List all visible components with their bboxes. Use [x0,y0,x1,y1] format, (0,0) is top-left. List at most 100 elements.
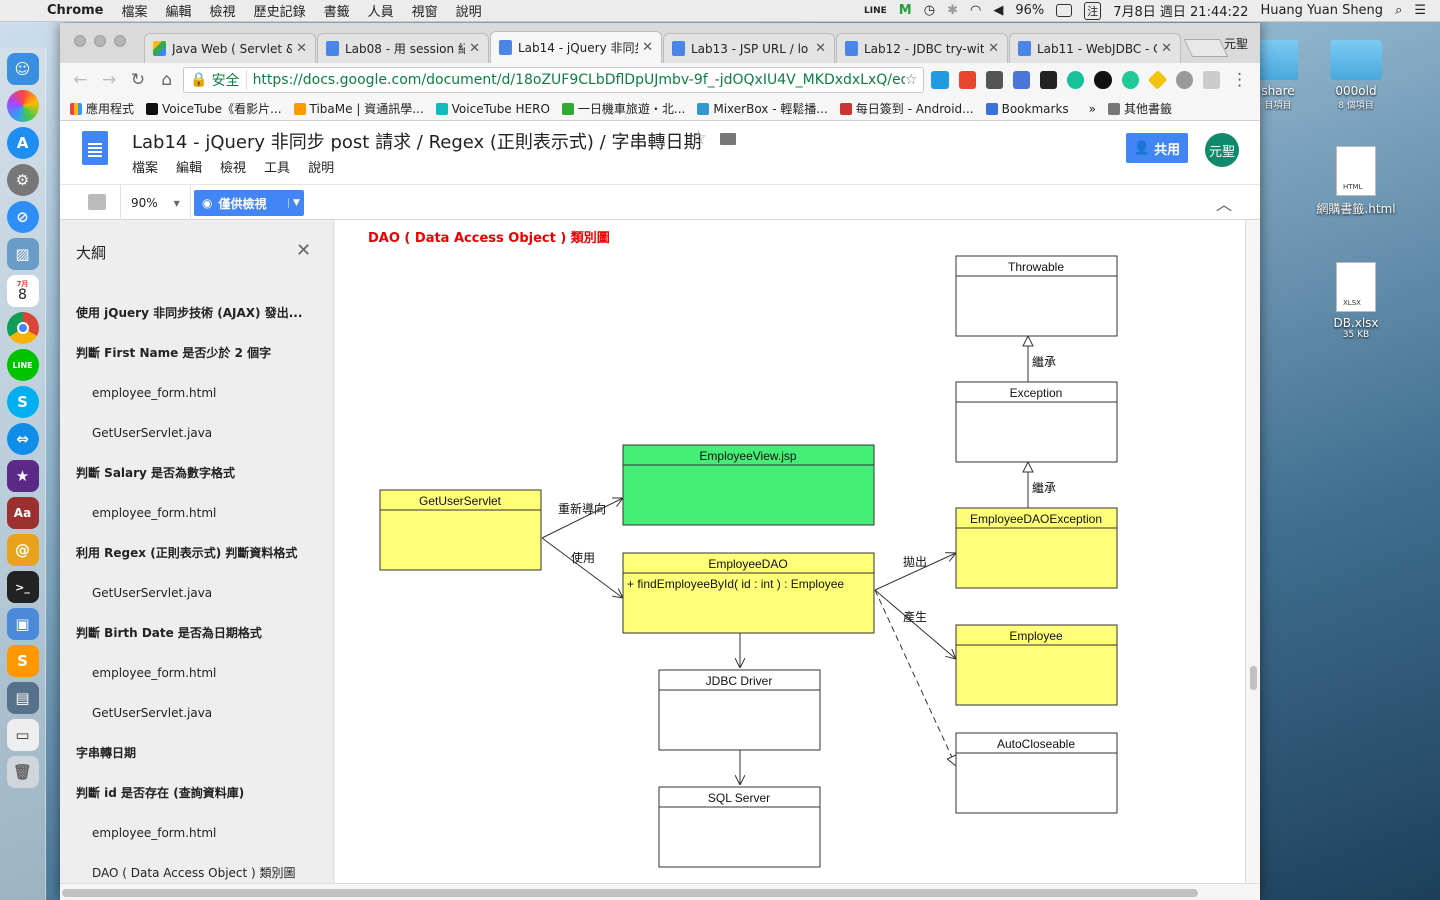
zoom-select[interactable]: 90% ▼ [120,185,191,221]
desktop-folder-000old[interactable]: 000old 8 個項目 [1318,40,1394,111]
teamviewer-icon[interactable]: ⇔ [6,423,39,455]
close-icon[interactable]: ✕ [296,240,311,261]
dictionary-icon[interactable]: Aa [6,497,39,529]
app-store-icon[interactable]: A [6,127,39,159]
close-tab-icon[interactable]: ✕ [642,40,653,55]
desktop-folder-share[interactable]: share 目項目 [1258,40,1298,111]
outline-item[interactable]: 判斷 First Name 是否少於 2 個字 [60,333,334,373]
bookmarks-overflow-icon[interactable]: » [1089,102,1096,116]
skype-icon[interactable]: S [6,386,39,418]
menu-edit[interactable]: 編輯 [157,1,201,20]
outline-item[interactable]: 判斷 id 是否存在 (查詢資料庫) [60,773,334,813]
bookmark-tibame[interactable]: TibaMe | 資通訊學... [293,100,424,117]
outline-item[interactable]: 利用 Regex (正則表示式) 判斷資料格式 [60,533,334,573]
menu-app-name[interactable]: Chrome [38,3,113,18]
bookmark-star-icon[interactable]: ☆ [905,72,918,88]
menu-help[interactable]: 說明 [447,1,491,20]
menu-window[interactable]: 視窗 [403,1,447,20]
bookmark-voicetube-hero[interactable]: VoiceTube HERO [435,102,550,116]
grammarly-icon[interactable] [1067,71,1085,89]
menu-history[interactable]: 歷史記錄 [245,1,315,20]
time-machine-icon[interactable]: ◷ [924,3,935,18]
outline-item[interactable]: 判斷 Salary 是否為數字格式 [60,453,334,493]
line-icon[interactable]: LINE [6,349,39,381]
bookmark-travel[interactable]: 一日機車旅遊・北... [561,100,685,117]
collapse-header-icon[interactable]: ︿ [1216,191,1232,215]
tab-lab08[interactable]: Lab08 - 用 session 紀 ✕ [317,33,489,63]
reload-icon[interactable]: ↻ [126,67,151,93]
close-tab-icon[interactable]: ✕ [469,41,480,56]
zoom-window-button[interactable] [114,35,126,47]
tab-lab14[interactable]: Lab14 - jQuery 非同步 ✕ [490,31,662,63]
bookmark-mixerbox[interactable]: MixerBox - 輕鬆播... [697,100,828,117]
vmware-icon[interactable]: ▤ [6,682,39,714]
clock[interactable]: 7月8日 週日 21:44:22 [1113,1,1248,20]
tab-lab11[interactable]: Lab11 - WebJDBC - C ✕ [1009,33,1181,63]
close-tab-icon[interactable]: ✕ [296,41,307,56]
scrollbar-thumb[interactable] [62,889,1198,897]
minimize-window-button[interactable] [94,35,106,47]
safari-icon[interactable]: ⊘ [6,201,39,233]
terminal-icon[interactable]: >_ [6,571,39,603]
outline-item[interactable]: employee_form.html [60,813,334,853]
print-icon[interactable] [88,194,106,210]
close-tab-icon[interactable]: ✕ [815,41,826,56]
docs-menu-tools[interactable]: 工具 [264,157,290,176]
back-icon[interactable]: ← [68,67,93,93]
chrome-icon[interactable] [6,312,39,344]
line-status-icon[interactable]: LINE [864,6,887,16]
extension-icon[interactable] [958,71,976,89]
extension-icon[interactable] [931,71,949,89]
avatar[interactable]: 元聖 [1205,133,1239,167]
desktop-file-html[interactable]: HTML 網購書籤.html [1310,146,1402,217]
bookmark-bookmarks[interactable]: Bookmarks [985,102,1069,116]
close-tab-icon[interactable]: ✕ [1161,41,1172,56]
desktop-file-xlsx[interactable]: XLSX DB.xlsx 35 KB [1318,262,1394,340]
outline-item[interactable]: employee_form.html [60,493,334,533]
forward-icon[interactable]: → [97,67,122,93]
photos-icon[interactable] [6,90,39,122]
docs-menu-help[interactable]: 說明 [308,157,334,176]
spotlight-icon[interactable]: ⌕ [1395,3,1402,18]
extension-icon[interactable] [1147,70,1168,90]
url-text[interactable]: https://docs.google.com/document/d/18oZU… [253,72,905,88]
notification-center-icon[interactable]: ☰ [1414,3,1426,18]
menu-bookmarks[interactable]: 書籤 [315,1,359,20]
menu-file[interactable]: 檔案 [113,1,157,20]
extension-icon[interactable] [985,71,1003,89]
extension-icon[interactable] [1175,71,1194,89]
home-icon[interactable]: ⌂ [154,67,179,93]
docs-menu-edit[interactable]: 編輯 [176,157,202,176]
user-name[interactable]: Huang Yuan Sheng [1260,3,1383,18]
new-tab-button[interactable] [1183,39,1229,57]
outline-item[interactable]: GetUserServlet.java [60,693,334,733]
outline-item[interactable]: 判斷 Birth Date 是否為日期格式 [60,613,334,653]
wifi-icon[interactable]: ◠ [970,3,981,18]
bookmark-android[interactable]: 每日簽到 - Android... [839,100,974,117]
share-button[interactable]: 👤 共用 [1126,133,1188,163]
docs-menu-view[interactable]: 檢視 [220,157,246,176]
bluetooth-icon[interactable]: ✱ [947,3,958,18]
chrome-menu-icon[interactable]: ⋮ [1227,67,1252,93]
extension-icon[interactable] [1094,71,1112,89]
docs-menu-file[interactable]: 檔案 [132,157,158,176]
extension-icon[interactable] [1203,71,1221,89]
finder-icon[interactable]: ☺ [6,53,39,85]
docs-logo-icon[interactable] [82,131,108,165]
virtualbox-icon[interactable]: ▣ [6,608,39,640]
close-window-button[interactable] [74,35,86,47]
star-icon[interactable]: ☆ [690,127,707,149]
volume-icon[interactable]: ◀ [993,3,1003,18]
bookmark-other[interactable]: 其他書籤 [1108,100,1172,117]
horizontal-scrollbar[interactable] [60,883,1260,900]
scrollbar-thumb[interactable] [1250,666,1257,690]
extension-icon[interactable] [1121,71,1139,89]
folder-icon[interactable] [720,133,736,145]
input-method-icon[interactable]: 注 [1084,1,1102,20]
outline-item[interactable]: GetUserServlet.java [60,573,334,613]
battery-icon[interactable] [1056,4,1073,17]
outline-item[interactable]: employee_form.html [60,653,334,693]
view-mode-button[interactable]: ◉ 僅供檢視 ▼ [194,190,304,216]
outline-item[interactable]: 字串轉日期 [60,733,334,773]
tab-lab12[interactable]: Lab12 - JDBC try-wit ✕ [836,33,1008,63]
